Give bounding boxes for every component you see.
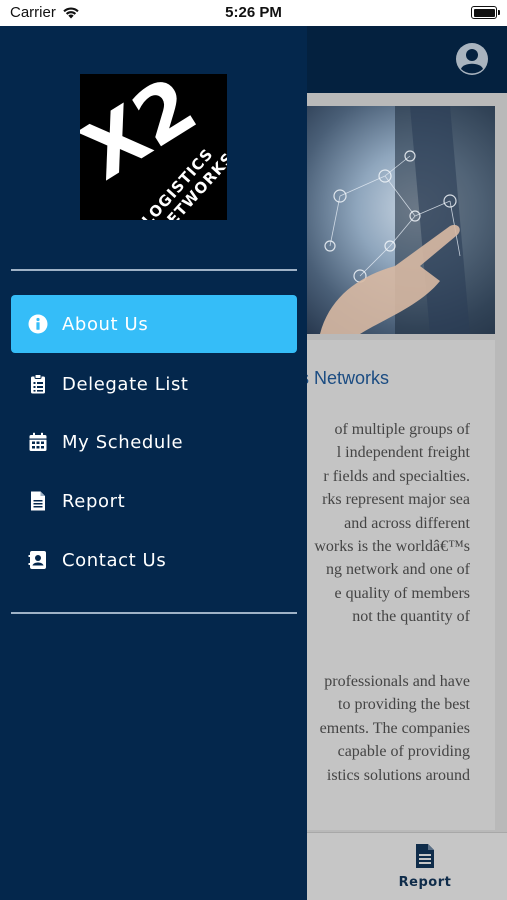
info-icon <box>28 314 48 334</box>
tab-bar: Report <box>300 832 507 900</box>
x2-logistics-logo: X2 LOGISTICS NETWORKS <box>80 74 227 220</box>
drawer-divider-bottom <box>11 612 297 614</box>
document-icon <box>31 491 45 511</box>
menu-item-contact-us[interactable]: Contact Us <box>11 531 297 589</box>
menu-item-delegate-list[interactable]: Delegate List <box>11 355 297 413</box>
clipboard-icon <box>31 374 45 394</box>
about-title: s Networks <box>300 368 390 388</box>
drawer-divider-top <box>11 269 297 271</box>
menu-item-report[interactable]: Report <box>11 472 297 530</box>
menu-label-my-schedule: My Schedule <box>62 431 184 453</box>
menu-label-about-us: About Us <box>62 313 149 335</box>
tab-report[interactable]: Report <box>390 843 460 890</box>
document-icon <box>416 844 434 868</box>
status-bar: Carrier 5:26 PM <box>0 0 507 26</box>
menu-label-contact-us: Contact Us <box>62 549 167 571</box>
menu-item-my-schedule[interactable]: My Schedule <box>11 413 297 471</box>
menu-label-report: Report <box>62 490 126 512</box>
battery-icon <box>471 6 500 19</box>
hero-image <box>300 106 495 334</box>
about-paragraph-1: of multiple groups of l independent frei… <box>314 421 470 626</box>
tab-report-label: Report <box>398 875 452 890</box>
menu-label-delegate-list: Delegate List <box>62 373 189 395</box>
contact-card-icon <box>28 551 46 569</box>
menu-item-about-us[interactable]: About Us <box>11 295 297 353</box>
calendar-icon <box>29 432 47 451</box>
side-drawer: X2 LOGISTICS NETWORKS About Us Delegate … <box>0 26 307 900</box>
profile-icon[interactable] <box>455 42 489 76</box>
status-time: 5:26 PM <box>225 4 282 21</box>
about-paragraph-2: professionals and have to providing the … <box>319 673 470 784</box>
